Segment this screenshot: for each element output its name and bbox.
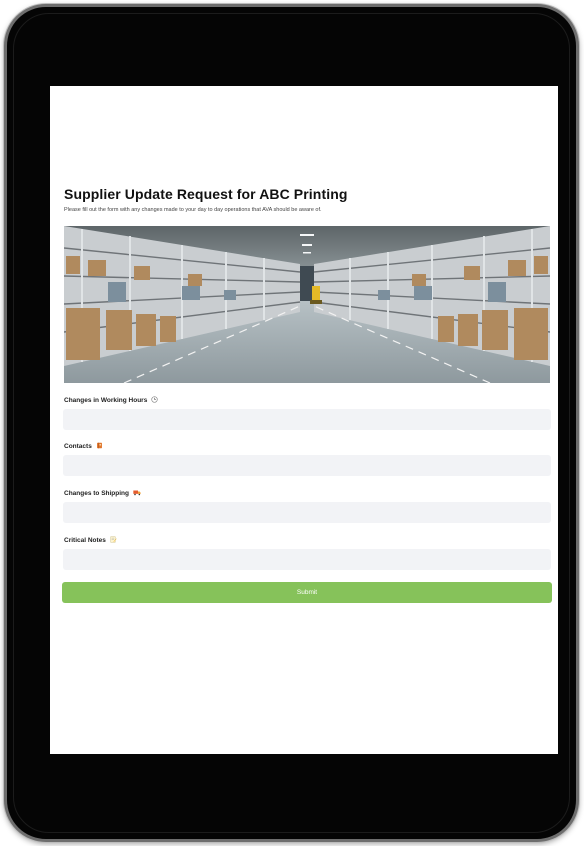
field-label-working-hours: Changes in Working Hours xyxy=(64,396,158,405)
field-label-text: Critical Notes xyxy=(64,537,106,545)
shipping-input[interactable] xyxy=(63,502,551,523)
working-hours-input[interactable] xyxy=(63,409,551,430)
form-screen: Supplier Update Request for ABC Printing… xyxy=(50,86,558,754)
delivery-truck-icon xyxy=(133,489,141,498)
tablet-device-frame: Supplier Update Request for ABC Printing… xyxy=(4,4,579,842)
clock-icon xyxy=(151,396,158,405)
contact-book-icon xyxy=(96,442,103,451)
memo-pencil-icon xyxy=(110,536,117,545)
field-label-contacts: Contacts xyxy=(64,442,103,451)
form-title: Supplier Update Request for ABC Printing xyxy=(64,186,348,202)
critical-notes-input[interactable] xyxy=(63,549,551,570)
contacts-input[interactable] xyxy=(63,455,551,476)
submit-button[interactable]: Submit xyxy=(62,582,552,603)
field-label-text: Contacts xyxy=(64,443,92,451)
warehouse-hero-image xyxy=(64,226,550,383)
form-subtitle: Please fill out the form with any change… xyxy=(64,207,322,213)
field-label-critical-notes: Critical Notes xyxy=(64,536,117,545)
field-label-text: Changes in Working Hours xyxy=(64,397,148,405)
field-label-text: Changes to Shipping xyxy=(64,490,129,498)
field-label-shipping: Changes to Shipping xyxy=(64,489,141,498)
